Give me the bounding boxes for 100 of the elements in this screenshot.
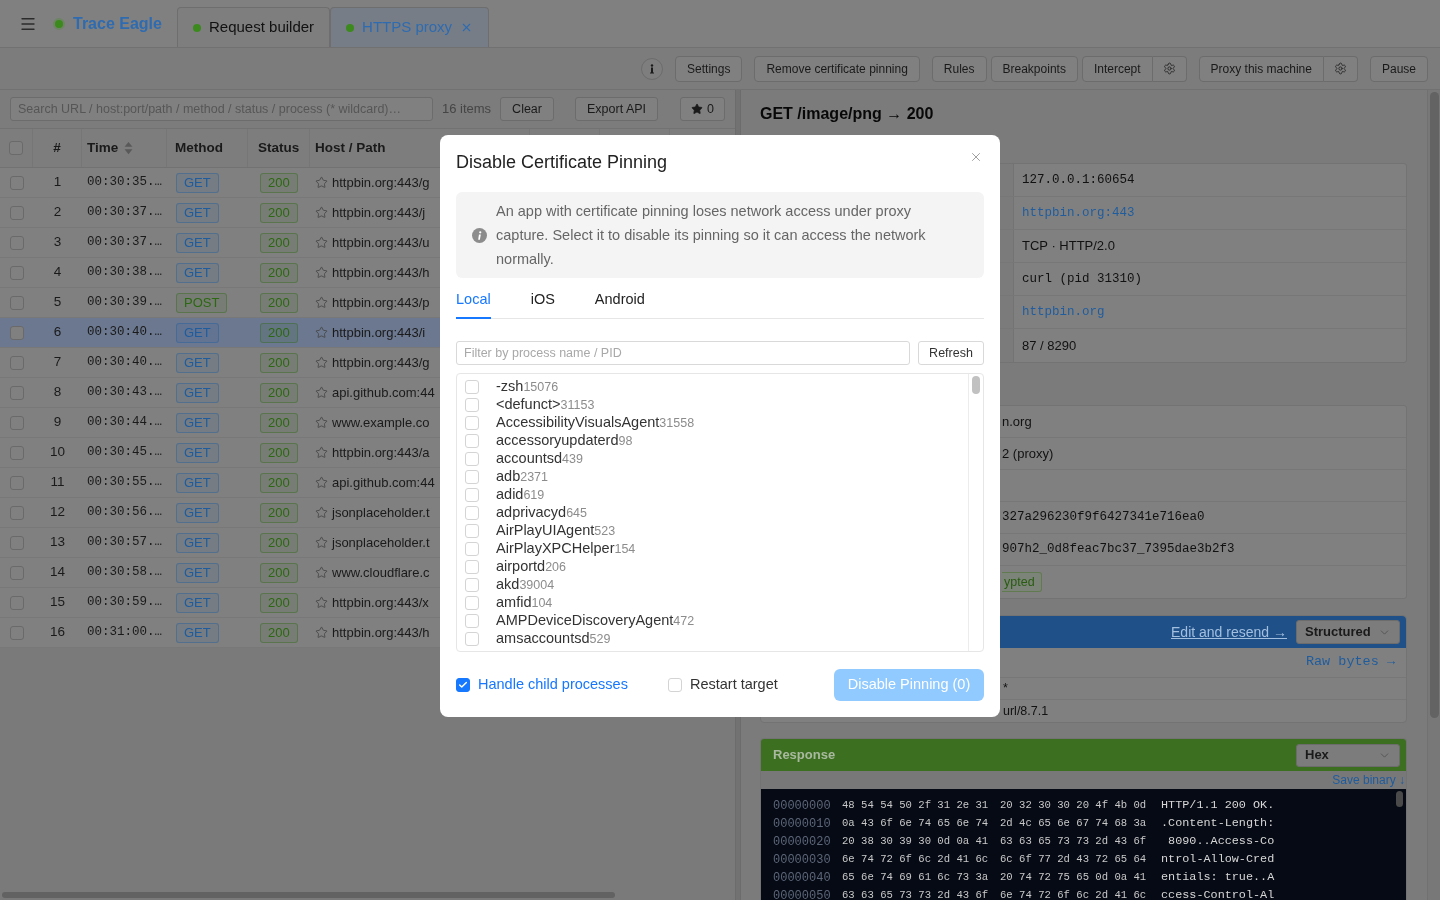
star-icon[interactable] [315, 356, 328, 369]
timestamp: 00:30:38.… [87, 264, 162, 282]
column-header[interactable]: Host / Path [315, 137, 386, 159]
status-code: 200 [260, 172, 298, 193]
tab[interactable]: Local [456, 288, 491, 319]
toolbar-button[interactable]: Remove certificate pinning [754, 55, 920, 82]
scrollbar[interactable] [1395, 791, 1403, 807]
process-name: amfid [496, 593, 532, 613]
http-method: GET [176, 262, 219, 283]
tab[interactable]: Request builder [177, 7, 331, 47]
star-icon[interactable] [315, 416, 328, 429]
process-pid: 15076 [523, 378, 559, 396]
view-select[interactable]: Structured [1296, 620, 1400, 644]
status-code: 200 [260, 412, 298, 433]
info-icon[interactable] [641, 57, 664, 80]
checkbox-label[interactable]: Handle child processes [478, 674, 628, 696]
timestamp: 00:30:43.… [87, 384, 162, 402]
gear-icon [1162, 62, 1176, 75]
row-number: 6 [53, 323, 62, 342]
star-icon[interactable] [315, 386, 328, 399]
star-icon[interactable] [315, 266, 328, 279]
star-icon[interactable] [315, 176, 328, 189]
star-icon[interactable] [315, 236, 328, 249]
row-number: 10 [50, 443, 65, 462]
scrollbar[interactable] [972, 376, 980, 394]
toolbar-button[interactable]: Settings [675, 55, 743, 82]
column-header[interactable]: Method [175, 137, 223, 159]
tab[interactable]: Android [594, 288, 645, 319]
row-number: 5 [53, 293, 62, 312]
export-button[interactable]: Export API [575, 97, 659, 121]
toolbar-button[interactable]: Proxy this machine [1198, 55, 1324, 82]
process-name: AccessibilityVisualsAgent [496, 413, 660, 433]
host-path: www.example.co [332, 413, 430, 432]
toolbar-button[interactable]: Breakpoints [990, 55, 1078, 82]
star-icon[interactable] [315, 596, 328, 609]
http-method: GET [176, 232, 219, 253]
hex-bytes: 20 38 30 39 30 0d 0a 41 [842, 834, 990, 850]
scrollbar[interactable] [2, 892, 615, 898]
column-header[interactable]: # [53, 137, 61, 159]
star-icon[interactable] [315, 566, 328, 579]
hex-ascii: 8090..Access-Co [1167, 833, 1275, 851]
section-title: Response [773, 746, 836, 765]
hex-ascii: ntrol-Allow-Cred [1161, 851, 1275, 869]
process-pid: 31558 [659, 414, 695, 432]
hex-bytes: 63 63 65 73 73 2d 43 6f [1000, 834, 1148, 850]
row-number: 1 [53, 173, 62, 192]
star-icon[interactable] [315, 506, 328, 519]
view-select[interactable]: Hex [1296, 743, 1400, 767]
clear-button[interactable]: Clear [500, 97, 554, 121]
detail-title: GET /image/png → 200 [760, 104, 934, 123]
starred-filter-button[interactable]: 0 [680, 97, 725, 121]
status-code: 200 [260, 322, 298, 343]
hex-bytes: 48 54 54 50 2f 31 2e 31 [842, 798, 990, 814]
hex-offset: 00000050 [773, 888, 832, 900]
http-method: GET [176, 592, 219, 613]
hex-bytes: 6e 74 72 6f 6c 2d 41 6c [1000, 888, 1148, 900]
http-method: GET [176, 532, 219, 553]
field-value: curl (pid 31310) [1022, 270, 1143, 288]
host-path: api.github.com:44 [332, 473, 435, 492]
status-code: 200 [260, 352, 298, 373]
process-pid: 206 [545, 558, 567, 576]
host-path: api.github.com:44 [332, 383, 435, 402]
field-value: 87 / 8290 [1022, 336, 1077, 355]
process-pid: 529 [589, 630, 611, 648]
timestamp: 00:30:58.… [87, 564, 162, 582]
toolbar-button[interactable]: Intercept [1081, 55, 1153, 82]
row-number: 12 [50, 503, 65, 522]
checkbox[interactable] [456, 678, 470, 692]
http-method: GET [176, 502, 219, 523]
timestamp: 00:31:00.… [87, 624, 162, 642]
edit-resend-link[interactable]: Edit and resend → [1171, 621, 1287, 643]
checkbox-label[interactable]: Restart target [689, 674, 778, 696]
star-icon[interactable] [315, 446, 328, 459]
row-number: 2 [53, 203, 62, 222]
row-number: 7 [53, 353, 62, 372]
star-icon[interactable] [315, 536, 328, 549]
settings-button[interactable] [1323, 55, 1358, 82]
checkbox[interactable] [9, 325, 24, 340]
star-icon[interactable] [315, 326, 328, 339]
refresh-button[interactable]: Refresh [918, 341, 984, 365]
close-icon[interactable] [969, 150, 983, 164]
host-path: httpbin.org:443/x [332, 593, 429, 612]
toolbar-button[interactable]: Rules [931, 55, 987, 82]
field-value: 2 (proxy) [1002, 444, 1054, 463]
row-number: 4 [53, 263, 62, 282]
toolbar-button[interactable]: Pause [1369, 55, 1428, 82]
column-header[interactable]: Time [87, 137, 119, 159]
column-header[interactable]: Status [258, 137, 300, 159]
star-icon[interactable] [315, 206, 328, 219]
settings-button[interactable] [1152, 55, 1187, 82]
timestamp: 00:30:56.… [87, 504, 162, 522]
hex-bytes: 2d 4c 65 6e 67 74 68 3a [1000, 816, 1148, 832]
star-icon[interactable] [315, 476, 328, 489]
hex-ascii: ccess-Control-Al [1161, 887, 1275, 900]
sort-icon[interactable] [124, 141, 134, 155]
star-icon[interactable] [315, 626, 328, 639]
star-icon[interactable] [315, 296, 328, 309]
tab[interactable]: iOS [530, 288, 555, 319]
host-path: httpbin.org:443/i [332, 323, 426, 342]
hex-bytes: 6c 6f 77 2d 43 72 65 64 [1000, 852, 1148, 868]
